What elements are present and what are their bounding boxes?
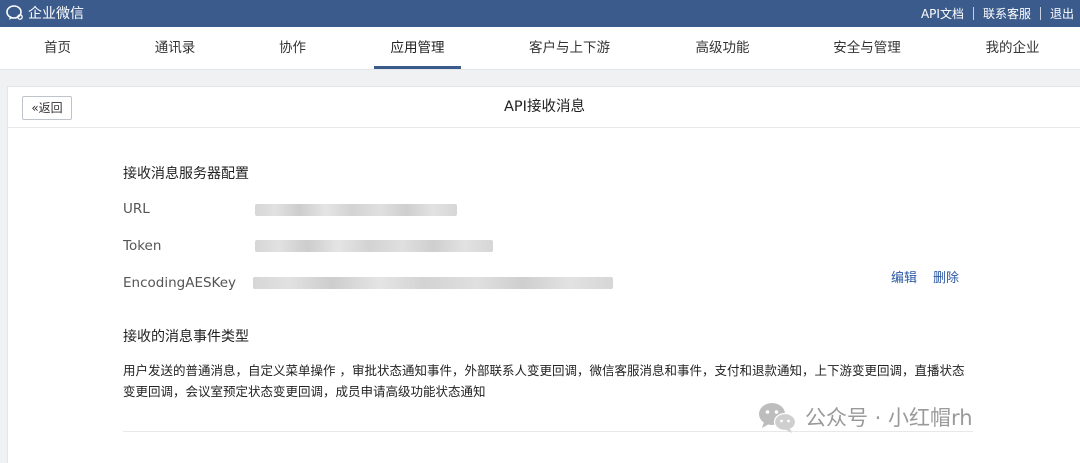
url-label: URL [123, 201, 150, 217]
url-value-masked [255, 204, 457, 216]
server-config-title: 接收消息服务器配置 [123, 166, 249, 182]
aeskey-label: EncodingAESKey [123, 275, 237, 291]
back-button[interactable]: «返回 [22, 96, 72, 120]
watermark-text: 公众号 · 小红帽rh [805, 406, 973, 430]
aeskey-value-masked [253, 277, 613, 289]
divider [1039, 7, 1041, 20]
watermark: 公众号 · 小红帽rh [757, 400, 973, 434]
wechat-icon [759, 403, 797, 433]
divider [972, 7, 974, 20]
api-docs-link[interactable]: API文档 [921, 5, 964, 22]
back-button-label: 返回 [38, 101, 63, 115]
event-types-title: 接收的消息事件类型 [123, 329, 249, 345]
edit-button[interactable]: 编辑 [891, 267, 917, 286]
active-tab-indicator [374, 66, 461, 69]
main-nav: 首页 通讯录 协作 应用管理 客户与上下游 高级功能 安全与管理 我的企业 [0, 27, 1080, 70]
top-links: API文档 联系客服 退出 [921, 5, 1074, 22]
nav-item-app-management[interactable]: 应用管理 [374, 27, 461, 69]
contact-support-link[interactable]: 联系客服 [983, 5, 1031, 22]
nav-item-my-company[interactable]: 我的企业 [970, 27, 1055, 69]
brand-logo[interactable]: 企业微信 [6, 3, 84, 23]
nav-item-advanced[interactable]: 高级功能 [680, 27, 765, 69]
brand-name: 企业微信 [28, 6, 84, 22]
logout-link[interactable]: 退出 [1050, 5, 1074, 22]
double-chevron-left-icon: « [31, 101, 39, 115]
event-types-description: 用户发送的普通消息，自定义菜单操作 ，审批状态通知事件，外部联系人变更回调，微信… [123, 363, 965, 399]
top-bar: 企业微信 API文档 联系客服 退出 [0, 0, 1080, 27]
card-header: API接收消息 «返回 [8, 87, 1080, 128]
token-label: Token [123, 238, 162, 254]
nav-item-customers[interactable]: 客户与上下游 [512, 27, 627, 69]
nav-item-collaboration[interactable]: 协作 [265, 27, 320, 69]
token-value-masked [255, 240, 493, 252]
nav-item-contacts[interactable]: 通讯录 [140, 27, 210, 69]
nav-item-security[interactable]: 安全与管理 [817, 27, 917, 69]
delete-button[interactable]: 删除 [933, 267, 959, 286]
page-title: API接收消息 [504, 99, 585, 115]
wework-logo-icon [6, 5, 23, 20]
nav-item-home[interactable]: 首页 [30, 27, 85, 69]
